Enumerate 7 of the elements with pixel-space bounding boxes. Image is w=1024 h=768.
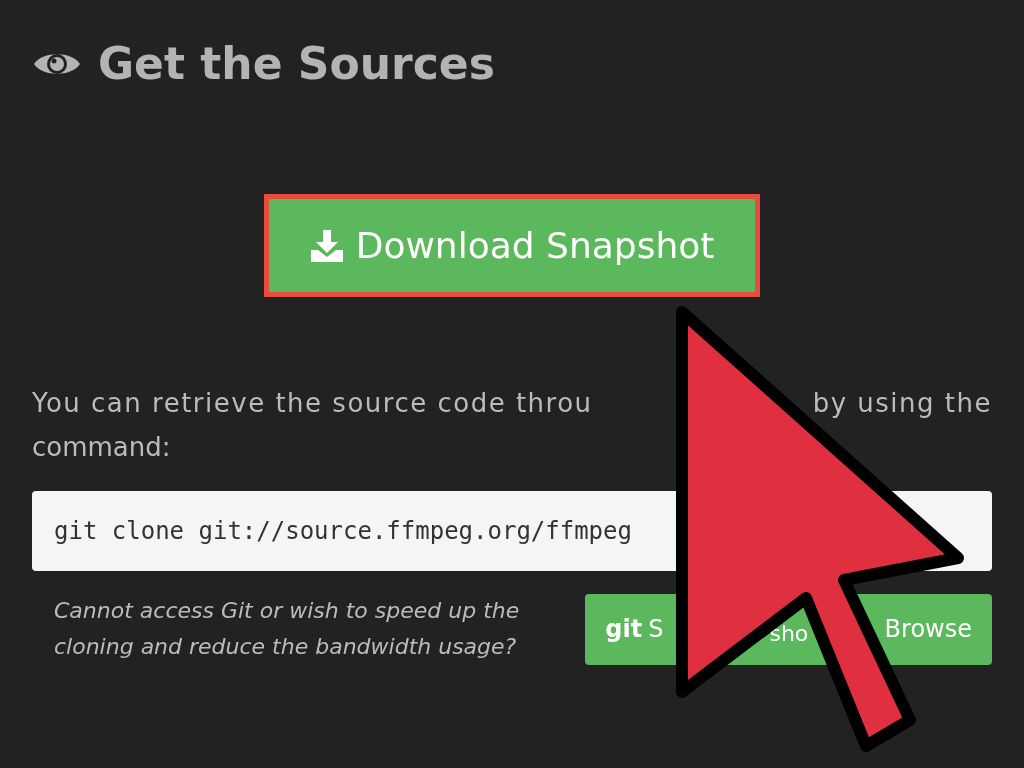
paragraph-text: by using the [812,387,992,420]
hint-text: Cannot access Git or wish to speed up the cloning and reduce the bandwidth usage? [54,597,521,661]
download-snapshot-button[interactable]: Download Snapshot [264,194,760,297]
paragraph-text: command: [32,431,172,464]
page-heading: Get the Sources [98,42,495,86]
paragraph-text: You can retrieve the source code throu [32,387,593,420]
download-icon [309,229,344,262]
